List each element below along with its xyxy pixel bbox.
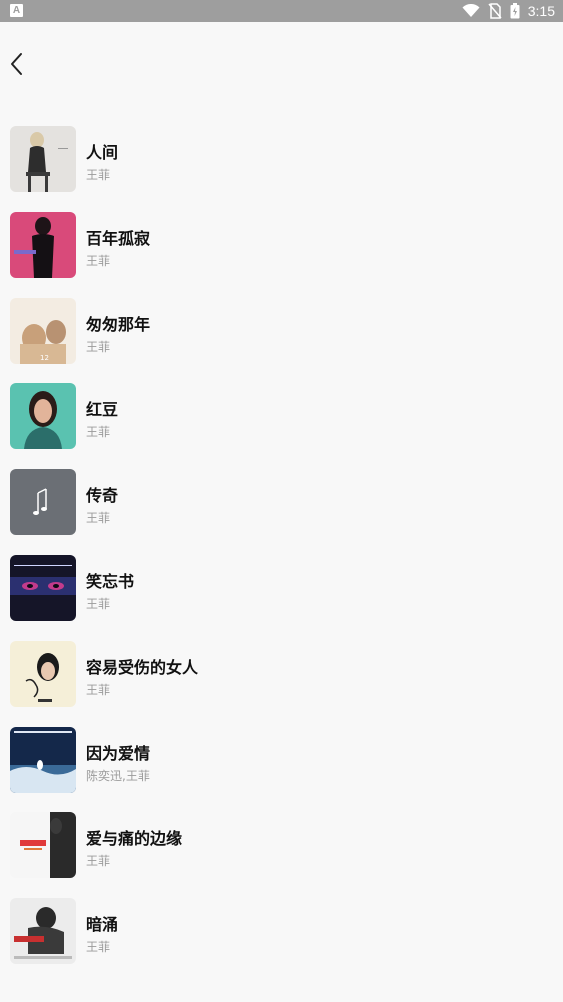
song-title: 因为爱情 (86, 743, 151, 763)
album-cover (10, 211, 76, 278)
top-bar (0, 22, 563, 102)
song-item[interactable]: 传奇 王菲 (0, 455, 563, 541)
song-title: 人间 (86, 143, 119, 162)
svg-text:12: 12 (40, 354, 49, 362)
song-item[interactable]: 12 匆匆那年 王菲 (0, 284, 563, 370)
album-cover (10, 640, 76, 707)
album-cover (10, 383, 76, 450)
song-item[interactable]: 暗涌 王菲 (0, 884, 563, 970)
song-item[interactable]: 人间 王菲 (0, 112, 563, 198)
song-artist: 王菲 (86, 596, 111, 611)
song-item[interactable]: 红豆 王菲 (0, 369, 563, 455)
app-notification-icon: A (10, 4, 23, 17)
song-artist: 王菲 (86, 339, 111, 354)
chevron-left-icon (11, 53, 22, 75)
album-cover (10, 469, 76, 536)
song-title: 匆匆那年 (86, 314, 151, 334)
song-item[interactable]: 百年孤寂 王菲 (0, 198, 563, 284)
song-item[interactable]: 爱与痛的边缘 王菲 (0, 798, 563, 884)
status-bar: A 3:15 (0, 0, 563, 22)
status-time: 3:15 (527, 3, 555, 19)
status-bar-right: 3:15 (462, 0, 555, 22)
song-title: 暗涌 (86, 915, 119, 935)
song-artist: 王菲 (86, 253, 111, 268)
song-artist: 王菲 (86, 940, 111, 955)
no-sim-icon (488, 3, 502, 19)
song-title: 传奇 (86, 486, 119, 506)
song-artist: 王菲 (86, 854, 111, 869)
album-cover (10, 726, 76, 793)
album-cover (10, 554, 76, 621)
song-artist: 王菲 (86, 425, 111, 440)
album-cover (10, 812, 76, 879)
album-cover: 12 (10, 297, 76, 364)
wifi-icon (462, 4, 480, 17)
album-cover (10, 898, 76, 965)
song-artist: 王菲 (86, 682, 111, 697)
album-cover (10, 126, 76, 192)
song-title: 容易受伤的女人 (86, 657, 199, 677)
song-artist: 陈奕迅,王菲 (86, 768, 150, 783)
battery-icon (510, 3, 520, 19)
song-title: 爱与痛的边缘 (86, 829, 183, 849)
song-title: 百年孤寂 (86, 228, 151, 248)
song-list: 人间 王菲 百年孤寂 王菲 12 匆匆那年 王菲 红豆 王菲 传奇 王菲 笑忘书… (0, 112, 563, 970)
song-item[interactable]: 因为爱情 陈奕迅,王菲 (0, 713, 563, 799)
back-button[interactable] (6, 50, 28, 78)
song-artist: 王菲 (86, 168, 111, 182)
song-artist: 王菲 (86, 511, 111, 526)
song-item[interactable]: 笑忘书 王菲 (0, 541, 563, 627)
song-title: 笑忘书 (86, 571, 135, 591)
song-item[interactable]: 容易受伤的女人 王菲 (0, 627, 563, 713)
song-title: 红豆 (86, 400, 119, 420)
